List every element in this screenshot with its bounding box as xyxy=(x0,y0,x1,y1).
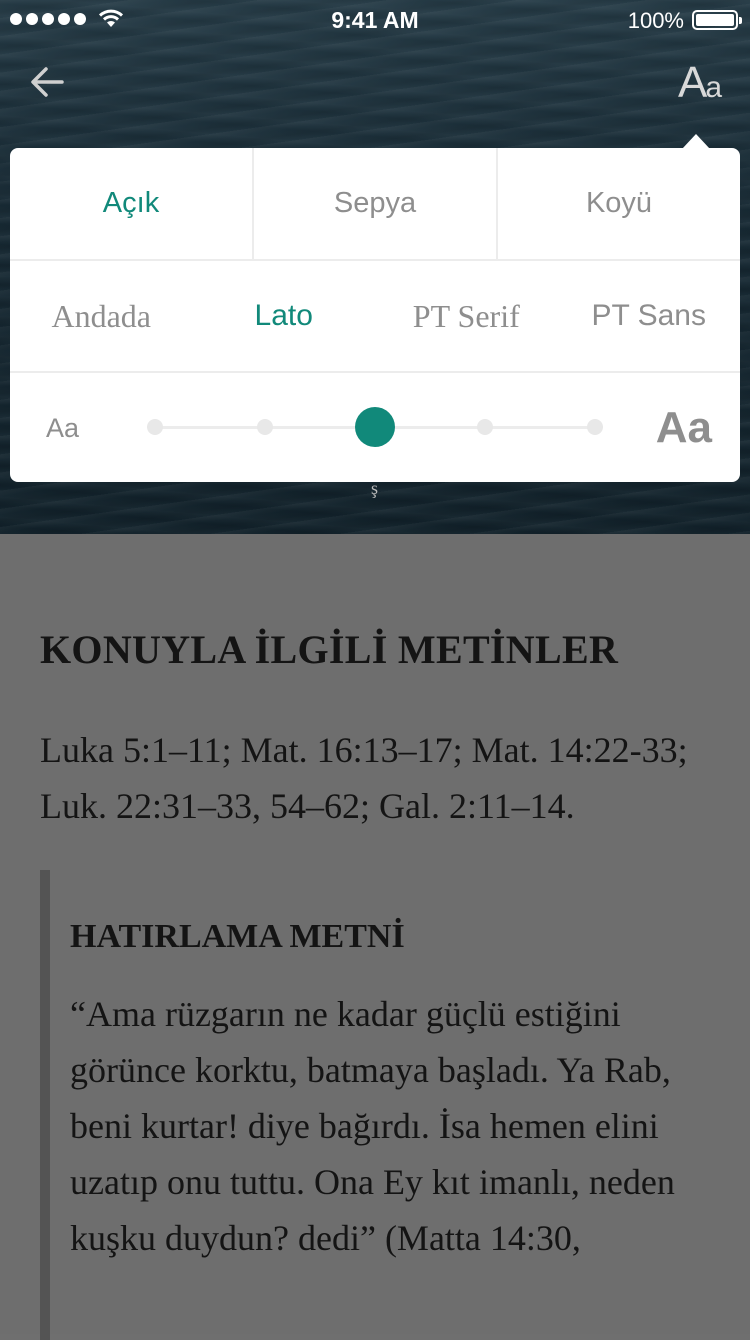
font-size-slider-knob[interactable] xyxy=(355,407,395,447)
font-size-slider-step[interactable] xyxy=(477,419,493,435)
font-size-slider-step[interactable] xyxy=(257,419,273,435)
status-bar: 9:41 AM 100% xyxy=(0,0,750,40)
text-settings-popover: Açık Sepya Koyü Andada Lato PT Serif PT … xyxy=(10,148,740,482)
font-pt-sans-option[interactable]: PT Sans xyxy=(558,261,741,371)
font-size-slider-step[interactable] xyxy=(587,419,603,435)
lesson-content: KONUYLA İLGİLİ METİNLER Luka 5:1–11; Mat… xyxy=(0,534,750,1340)
font-pt-serif-option[interactable]: PT Serif xyxy=(375,261,558,371)
font-size-control: Aa Aa xyxy=(10,373,740,482)
header-text-fragment: ş xyxy=(371,478,379,498)
bible-references: Luka 5:1–11; Mat. 16:13–17; Mat. 14:22-3… xyxy=(40,730,688,826)
popover-pointer xyxy=(682,134,710,149)
blockquote-bar xyxy=(40,870,50,1340)
battery-icon xyxy=(692,10,742,30)
section-heading: KONUYLA İLGİLİ METİNLER xyxy=(40,627,619,672)
theme-selector: Açık Sepya Koyü xyxy=(10,148,740,261)
font-andada-option[interactable]: Andada xyxy=(10,261,193,371)
theme-light-option[interactable]: Açık xyxy=(10,148,254,259)
back-arrow-icon[interactable] xyxy=(28,62,68,102)
font-size-slider-step[interactable] xyxy=(147,419,163,435)
text-settings-button[interactable]: Aa xyxy=(677,58,722,108)
theme-dark-option[interactable]: Koyü xyxy=(498,148,740,259)
text-settings-small-a: a xyxy=(705,71,722,104)
theme-sepia-option[interactable]: Sepya xyxy=(254,148,498,259)
font-size-small-label: Aa xyxy=(46,413,80,443)
font-selector: Andada Lato PT Serif PT Sans xyxy=(10,261,740,373)
memory-verse-text: “Ama rüzgarın ne kadar güçlü estiğini gö… xyxy=(70,994,675,1258)
font-size-large-label: Aa xyxy=(655,403,712,452)
memory-verse-heading: HATIRLAMA METNİ xyxy=(70,918,405,955)
text-settings-big-a: A xyxy=(677,58,707,107)
font-lato-option[interactable]: Lato xyxy=(193,261,376,371)
battery-percentage: 100% xyxy=(627,8,684,33)
